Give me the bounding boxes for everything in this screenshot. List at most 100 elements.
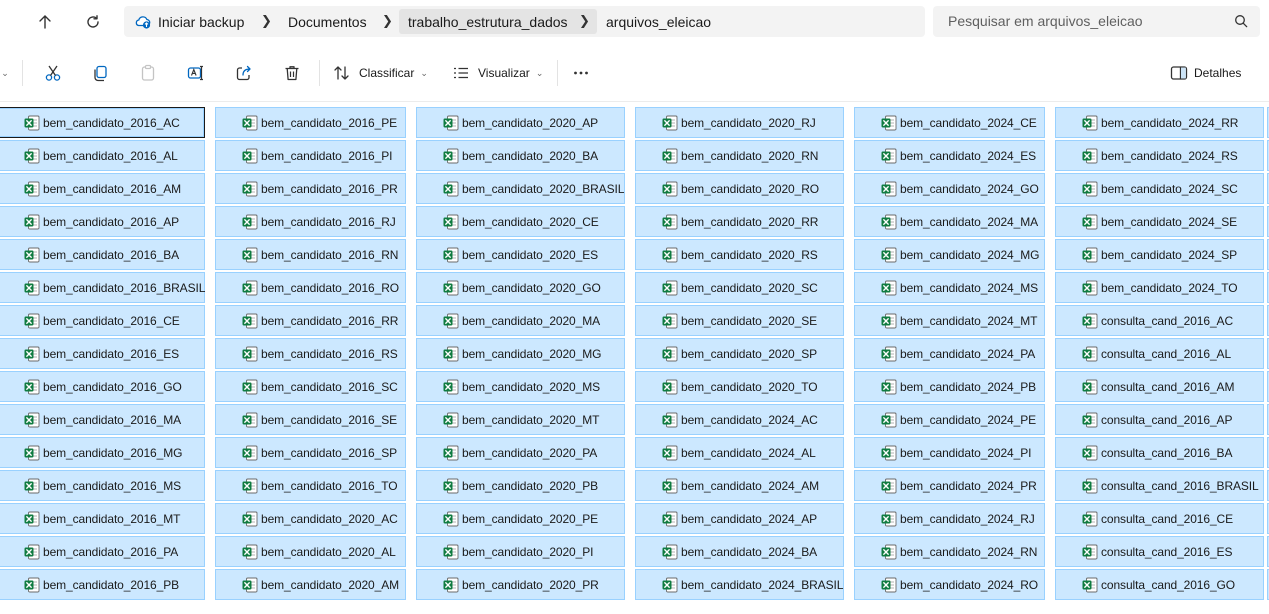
file-item[interactable]: bem_candidato_2016_RJ [215,206,406,237]
file-item[interactable]: bem_candidato_2016_BA [0,239,205,270]
file-item[interactable]: bem_candidato_2024_SC [1055,173,1264,204]
file-item[interactable]: bem_candidato_2024_PR [854,470,1045,501]
paste-button[interactable] [133,58,163,88]
file-item[interactable]: bem_candidato_2016_SP [215,437,406,468]
file-item[interactable]: bem_candidato_2024_AM [635,470,844,501]
file-item[interactable]: bem_candidato_2020_MG [416,338,625,369]
file-item[interactable]: consulta_cand_2016_AM [1055,371,1264,402]
file-item[interactable]: bem_candidato_2024_CE [854,107,1045,138]
file-item[interactable]: bem_candidato_2016_AC [0,107,205,138]
file-item[interactable]: bem_candidato_2024_SE [1055,206,1264,237]
file-item[interactable]: bem_candidato_2024_PA [854,338,1045,369]
file-item[interactable]: bem_candidato_2024_MT [854,305,1045,336]
file-item[interactable]: consulta_cand_2016_BA [1055,437,1264,468]
file-item[interactable]: bem_candidato_2020_RO [635,173,844,204]
breadcrumb-item-current[interactable]: arquivos_eleicao [606,12,711,32]
copy-button[interactable] [85,58,115,88]
sort-button[interactable]: Classificar ⌄ [333,58,428,88]
file-item[interactable]: bem_candidato_2020_AC [215,503,406,534]
file-item[interactable]: bem_candidato_2020_SC [635,272,844,303]
file-item[interactable]: bem_candidato_2020_TO [635,371,844,402]
file-item[interactable]: bem_candidato_2020_BRASIL [416,173,625,204]
breadcrumb-backup[interactable]: Iniciar backup [158,12,244,32]
search-input[interactable]: Pesquisar em arquivos_eleicao [933,6,1260,37]
file-item[interactable]: bem_candidato_2020_MT [416,404,625,435]
file-item[interactable]: bem_candidato_2020_ES [416,239,625,270]
new-dropdown-caret[interactable]: ⌄ [0,58,10,88]
file-item[interactable]: bem_candidato_2020_PA [416,437,625,468]
file-item[interactable]: bem_candidato_2016_PE [215,107,406,138]
file-item[interactable]: bem_candidato_2016_RS [215,338,406,369]
delete-button[interactable] [277,58,307,88]
file-item[interactable]: bem_candidato_2020_PB [416,470,625,501]
breadcrumb-item-documentos[interactable]: Documentos [288,12,367,32]
file-item[interactable]: bem_candidato_2020_MS [416,371,625,402]
chevron-right-icon[interactable]: ❯ [261,13,272,29]
file-item[interactable]: bem_candidato_2020_SE [635,305,844,336]
search-icon[interactable] [1234,14,1248,28]
file-item[interactable]: bem_candidato_2020_AP [416,107,625,138]
breadcrumb-item-trabalho[interactable]: trabalho_estrutura_dados [408,12,568,32]
file-item[interactable]: bem_candidato_2024_GO [854,173,1045,204]
refresh-button[interactable] [78,7,108,37]
file-item[interactable]: bem_candidato_2024_RS [1055,140,1264,171]
file-item[interactable]: bem_candidato_2024_AL [635,437,844,468]
chevron-right-icon[interactable]: ❯ [382,13,393,29]
file-item[interactable]: bem_candidato_2024_SP [1055,239,1264,270]
file-item[interactable]: bem_candidato_2020_AL [215,536,406,567]
file-item[interactable]: bem_candidato_2020_RJ [635,107,844,138]
file-item[interactable]: bem_candidato_2024_PI [854,437,1045,468]
file-item[interactable]: bem_candidato_2016_PA [0,536,205,567]
file-item[interactable]: consulta_cand_2016_CE [1055,503,1264,534]
chevron-right-icon[interactable]: ❯ [579,13,590,29]
file-item[interactable]: bem_candidato_2020_PE [416,503,625,534]
file-item[interactable]: bem_candidato_2016_RR [215,305,406,336]
file-item[interactable]: bem_candidato_2024_AC [635,404,844,435]
file-item[interactable]: bem_candidato_2024_BRASIL [635,569,844,600]
file-item[interactable]: bem_candidato_2016_MG [0,437,205,468]
file-item[interactable]: bem_candidato_2020_MA [416,305,625,336]
file-item[interactable]: bem_candidato_2020_GO [416,272,625,303]
file-item[interactable]: bem_candidato_2024_MA [854,206,1045,237]
file-item[interactable]: bem_candidato_2024_BA [635,536,844,567]
file-item[interactable]: consulta_cand_2016_GO [1055,569,1264,600]
file-item[interactable]: consulta_cand_2016_AL [1055,338,1264,369]
up-button[interactable] [30,7,60,37]
file-item[interactable]: bem_candidato_2024_PB [854,371,1045,402]
file-item[interactable]: bem_candidato_2020_RN [635,140,844,171]
file-item[interactable]: bem_candidato_2016_CE [0,305,205,336]
rename-button[interactable] [181,58,211,88]
file-item[interactable]: bem_candidato_2024_AP [635,503,844,534]
file-item[interactable]: bem_candidato_2020_PI [416,536,625,567]
file-item[interactable]: bem_candidato_2016_TO [215,470,406,501]
file-item[interactable]: bem_candidato_2016_PB [0,569,205,600]
file-item[interactable]: bem_candidato_2020_RR [635,206,844,237]
file-item[interactable]: bem_candidato_2016_GO [0,371,205,402]
file-item[interactable]: bem_candidato_2016_MT [0,503,205,534]
file-item[interactable]: consulta_cand_2016_AC [1055,305,1264,336]
file-item[interactable]: bem_candidato_2016_SC [215,371,406,402]
file-item[interactable]: bem_candidato_2016_PR [215,173,406,204]
cut-button[interactable] [38,58,68,88]
file-item[interactable]: bem_candidato_2024_MG [854,239,1045,270]
file-item[interactable]: consulta_cand_2016_BRASIL [1055,470,1264,501]
share-button[interactable] [229,58,259,88]
file-item[interactable]: bem_candidato_2020_CE [416,206,625,237]
file-item[interactable]: bem_candidato_2016_PI [215,140,406,171]
file-item[interactable]: consulta_cand_2016_AP [1055,404,1264,435]
file-item[interactable]: bem_candidato_2016_AP [0,206,205,237]
file-item[interactable]: bem_candidato_2016_AM [0,173,205,204]
file-item[interactable]: bem_candidato_2024_RN [854,536,1045,567]
file-item[interactable]: bem_candidato_2024_MS [854,272,1045,303]
file-item[interactable]: bem_candidato_2024_RR [1055,107,1264,138]
file-item[interactable]: bem_candidato_2024_RO [854,569,1045,600]
file-item[interactable]: bem_candidato_2016_SE [215,404,406,435]
file-item[interactable]: bem_candidato_2024_ES [854,140,1045,171]
file-item[interactable]: bem_candidato_2020_SP [635,338,844,369]
file-item[interactable]: bem_candidato_2024_TO [1055,272,1264,303]
file-item[interactable]: consulta_cand_2016_ES [1055,536,1264,567]
details-pane-button[interactable]: Detalhes [1170,58,1254,88]
file-item[interactable]: bem_candidato_2016_ES [0,338,205,369]
more-options-button[interactable] [566,58,596,88]
file-item[interactable]: bem_candidato_2016_MA [0,404,205,435]
